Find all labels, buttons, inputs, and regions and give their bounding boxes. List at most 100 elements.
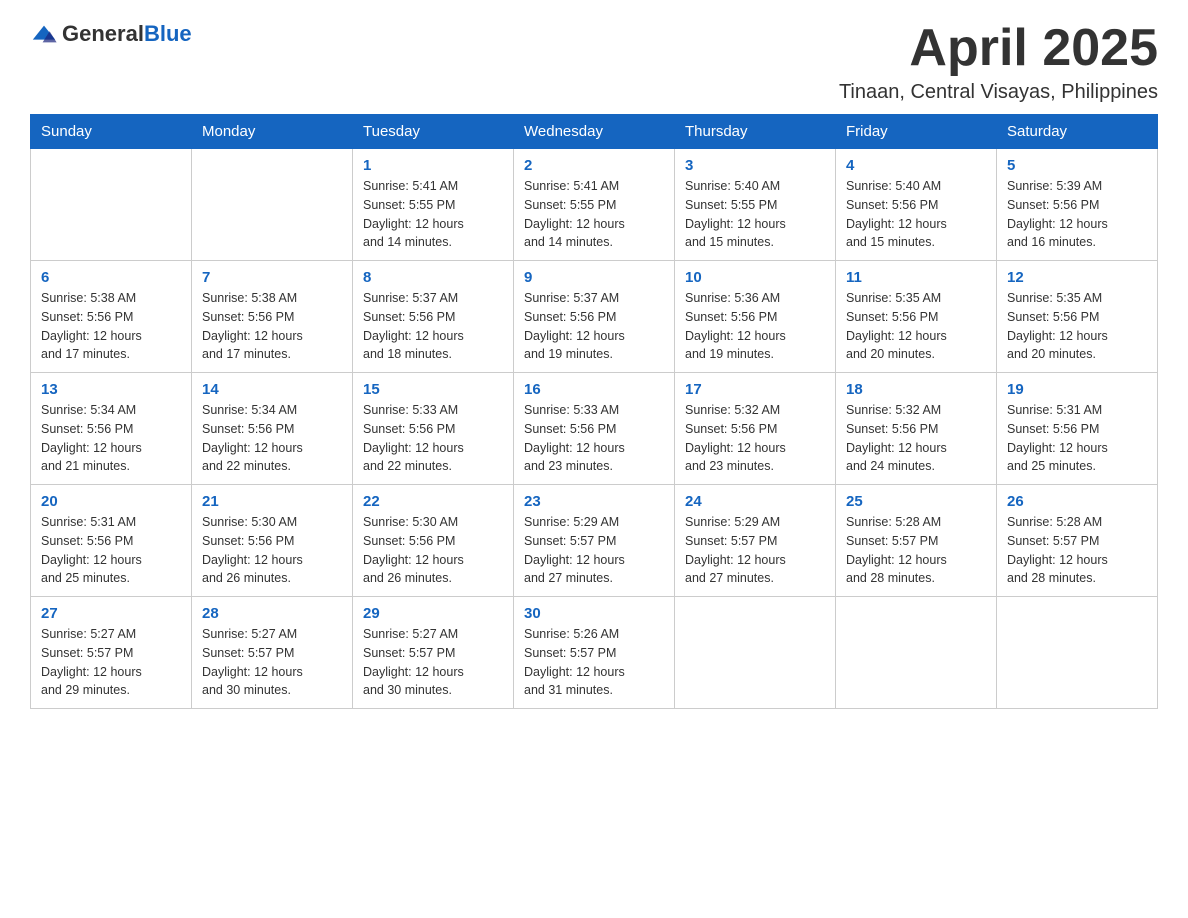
- day-info: Sunrise: 5:35 AMSunset: 5:56 PMDaylight:…: [846, 289, 986, 364]
- day-number: 20: [41, 493, 181, 510]
- weekday-header-sunday: Sunday: [31, 115, 192, 149]
- calendar-cell: 10Sunrise: 5:36 AMSunset: 5:56 PMDayligh…: [675, 261, 836, 373]
- calendar-cell: 7Sunrise: 5:38 AMSunset: 5:56 PMDaylight…: [192, 261, 353, 373]
- day-info: Sunrise: 5:31 AMSunset: 5:56 PMDaylight:…: [1007, 401, 1147, 476]
- weekday-header-saturday: Saturday: [997, 115, 1158, 149]
- calendar-cell: 30 Sunrise: 5:26 AMSunset: 5:57 PMDayligh…: [514, 597, 675, 709]
- calendar-cell: 19 Sunrise: 5:31 AMSunset: 5:56 PMDayligh…: [997, 373, 1158, 485]
- day-number: 21: [202, 493, 342, 510]
- weekday-header-tuesday: Tuesday: [353, 115, 514, 149]
- calendar-week-row: 27 Sunrise: 5:27 AMSunset: 5:57 PMDayligh…: [31, 597, 1158, 709]
- day-info: Sunrise: 5:33 AMSunset: 5:56 PMDaylight:…: [524, 401, 664, 476]
- day-number: 3: [685, 157, 825, 174]
- calendar-cell: 6Sunrise: 5:38 AMSunset: 5:56 PMDaylight…: [31, 261, 192, 373]
- day-info: Sunrise: 5:39 AMSunset: 5:56 PMDaylight:…: [1007, 177, 1147, 252]
- day-number: 7: [202, 269, 342, 286]
- calendar-header: SundayMondayTuesdayWednesdayThursdayFrid…: [31, 115, 1158, 149]
- day-info: Sunrise: 5:32 AMSunset: 5:56 PMDaylight:…: [685, 401, 825, 476]
- calendar-cell: 17 Sunrise: 5:32 AMSunset: 5:56 PMDayligh…: [675, 373, 836, 485]
- calendar-cell: 23Sunrise: 5:29 AMSunset: 5:57 PMDayligh…: [514, 485, 675, 597]
- weekday-header-thursday: Thursday: [675, 115, 836, 149]
- day-number: 1: [363, 157, 503, 174]
- calendar-week-row: 13 Sunrise: 5:34 AMSunset: 5:56 PMDayligh…: [31, 373, 1158, 485]
- calendar-cell: 28 Sunrise: 5:27 AMSunset: 5:57 PMDayligh…: [192, 597, 353, 709]
- calendar-table: SundayMondayTuesdayWednesdayThursdayFrid…: [30, 114, 1158, 709]
- day-info: Sunrise: 5:30 AMSunset: 5:56 PMDaylight:…: [202, 513, 342, 588]
- logo-blue-text: Blue: [144, 21, 192, 46]
- day-number: 9: [524, 269, 664, 286]
- calendar-week-row: 1 Sunrise: 5:41 AMSunset: 5:55 PMDaylight…: [31, 149, 1158, 261]
- day-number: 30: [524, 605, 664, 622]
- calendar-cell: 26Sunrise: 5:28 AMSunset: 5:57 PMDayligh…: [997, 485, 1158, 597]
- logo-wordmark: GeneralBlue: [62, 21, 192, 47]
- weekday-header-friday: Friday: [836, 115, 997, 149]
- day-number: 16: [524, 381, 664, 398]
- calendar-cell: 13 Sunrise: 5:34 AMSunset: 5:56 PMDayligh…: [31, 373, 192, 485]
- day-number: 22: [363, 493, 503, 510]
- calendar-cell: [31, 149, 192, 261]
- page-header: GeneralBlue April 2025 Tinaan, Central V…: [30, 20, 1158, 104]
- calendar-week-row: 6Sunrise: 5:38 AMSunset: 5:56 PMDaylight…: [31, 261, 1158, 373]
- day-info: Sunrise: 5:26 AMSunset: 5:57 PMDaylight:…: [524, 625, 664, 700]
- calendar-cell: 15Sunrise: 5:33 AMSunset: 5:56 PMDayligh…: [353, 373, 514, 485]
- day-info: Sunrise: 5:40 AMSunset: 5:56 PMDaylight:…: [846, 177, 986, 252]
- calendar-cell: [997, 597, 1158, 709]
- day-number: 4: [846, 157, 986, 174]
- weekday-header-wednesday: Wednesday: [514, 115, 675, 149]
- day-number: 17: [685, 381, 825, 398]
- day-info: Sunrise: 5:27 AMSunset: 5:57 PMDaylight:…: [41, 625, 181, 700]
- day-number: 11: [846, 269, 986, 286]
- day-info: Sunrise: 5:35 AMSunset: 5:56 PMDaylight:…: [1007, 289, 1147, 364]
- day-info: Sunrise: 5:30 AMSunset: 5:56 PMDaylight:…: [363, 513, 503, 588]
- calendar-cell: 12Sunrise: 5:35 AMSunset: 5:56 PMDayligh…: [997, 261, 1158, 373]
- logo: GeneralBlue: [30, 20, 192, 48]
- calendar-cell: [192, 149, 353, 261]
- day-info: Sunrise: 5:27 AMSunset: 5:57 PMDaylight:…: [202, 625, 342, 700]
- day-info: Sunrise: 5:36 AMSunset: 5:56 PMDaylight:…: [685, 289, 825, 364]
- day-info: Sunrise: 5:29 AMSunset: 5:57 PMDaylight:…: [524, 513, 664, 588]
- day-number: 19: [1007, 381, 1147, 398]
- day-number: 13: [41, 381, 181, 398]
- day-number: 28: [202, 605, 342, 622]
- logo-icon: [30, 20, 58, 48]
- calendar-cell: 14 Sunrise: 5:34 AMSunset: 5:56 PMDayligh…: [192, 373, 353, 485]
- logo-general-text: General: [62, 21, 144, 46]
- day-info: Sunrise: 5:28 AMSunset: 5:57 PMDaylight:…: [1007, 513, 1147, 588]
- calendar-week-row: 20 Sunrise: 5:31 AMSunset: 5:56 PMDayligh…: [31, 485, 1158, 597]
- calendar-cell: 1 Sunrise: 5:41 AMSunset: 5:55 PMDaylight…: [353, 149, 514, 261]
- day-info: Sunrise: 5:33 AMSunset: 5:56 PMDaylight:…: [363, 401, 503, 476]
- calendar-cell: 3 Sunrise: 5:40 AMSunset: 5:55 PMDaylight…: [675, 149, 836, 261]
- day-info: Sunrise: 5:41 AMSunset: 5:55 PMDaylight:…: [524, 177, 664, 252]
- day-info: Sunrise: 5:34 AMSunset: 5:56 PMDaylight:…: [202, 401, 342, 476]
- calendar-cell: 27 Sunrise: 5:27 AMSunset: 5:57 PMDayligh…: [31, 597, 192, 709]
- calendar-cell: 8Sunrise: 5:37 AMSunset: 5:56 PMDaylight…: [353, 261, 514, 373]
- day-number: 14: [202, 381, 342, 398]
- location-title: Tinaan, Central Visayas, Philippines: [839, 81, 1158, 104]
- day-info: Sunrise: 5:37 AMSunset: 5:56 PMDaylight:…: [524, 289, 664, 364]
- day-number: 25: [846, 493, 986, 510]
- day-number: 29: [363, 605, 503, 622]
- month-title: April 2025: [839, 20, 1158, 77]
- calendar-cell: 25 Sunrise: 5:28 AMSunset: 5:57 PMDayligh…: [836, 485, 997, 597]
- calendar-cell: 9 Sunrise: 5:37 AMSunset: 5:56 PMDaylight…: [514, 261, 675, 373]
- day-info: Sunrise: 5:32 AMSunset: 5:56 PMDaylight:…: [846, 401, 986, 476]
- title-block: April 2025 Tinaan, Central Visayas, Phil…: [839, 20, 1158, 104]
- calendar-cell: [836, 597, 997, 709]
- calendar-cell: 16 Sunrise: 5:33 AMSunset: 5:56 PMDayligh…: [514, 373, 675, 485]
- day-info: Sunrise: 5:37 AMSunset: 5:56 PMDaylight:…: [363, 289, 503, 364]
- day-number: 18: [846, 381, 986, 398]
- day-info: Sunrise: 5:31 AMSunset: 5:56 PMDaylight:…: [41, 513, 181, 588]
- day-number: 27: [41, 605, 181, 622]
- day-info: Sunrise: 5:28 AMSunset: 5:57 PMDaylight:…: [846, 513, 986, 588]
- day-info: Sunrise: 5:40 AMSunset: 5:55 PMDaylight:…: [685, 177, 825, 252]
- calendar-cell: 5 Sunrise: 5:39 AMSunset: 5:56 PMDaylight…: [997, 149, 1158, 261]
- day-info: Sunrise: 5:38 AMSunset: 5:56 PMDaylight:…: [41, 289, 181, 364]
- day-number: 5: [1007, 157, 1147, 174]
- day-info: Sunrise: 5:41 AMSunset: 5:55 PMDaylight:…: [363, 177, 503, 252]
- calendar-cell: [675, 597, 836, 709]
- calendar-cell: 11 Sunrise: 5:35 AMSunset: 5:56 PMDayligh…: [836, 261, 997, 373]
- calendar-body: 1 Sunrise: 5:41 AMSunset: 5:55 PMDaylight…: [31, 149, 1158, 709]
- calendar-cell: 24Sunrise: 5:29 AMSunset: 5:57 PMDayligh…: [675, 485, 836, 597]
- day-info: Sunrise: 5:34 AMSunset: 5:56 PMDaylight:…: [41, 401, 181, 476]
- day-info: Sunrise: 5:27 AMSunset: 5:57 PMDaylight:…: [363, 625, 503, 700]
